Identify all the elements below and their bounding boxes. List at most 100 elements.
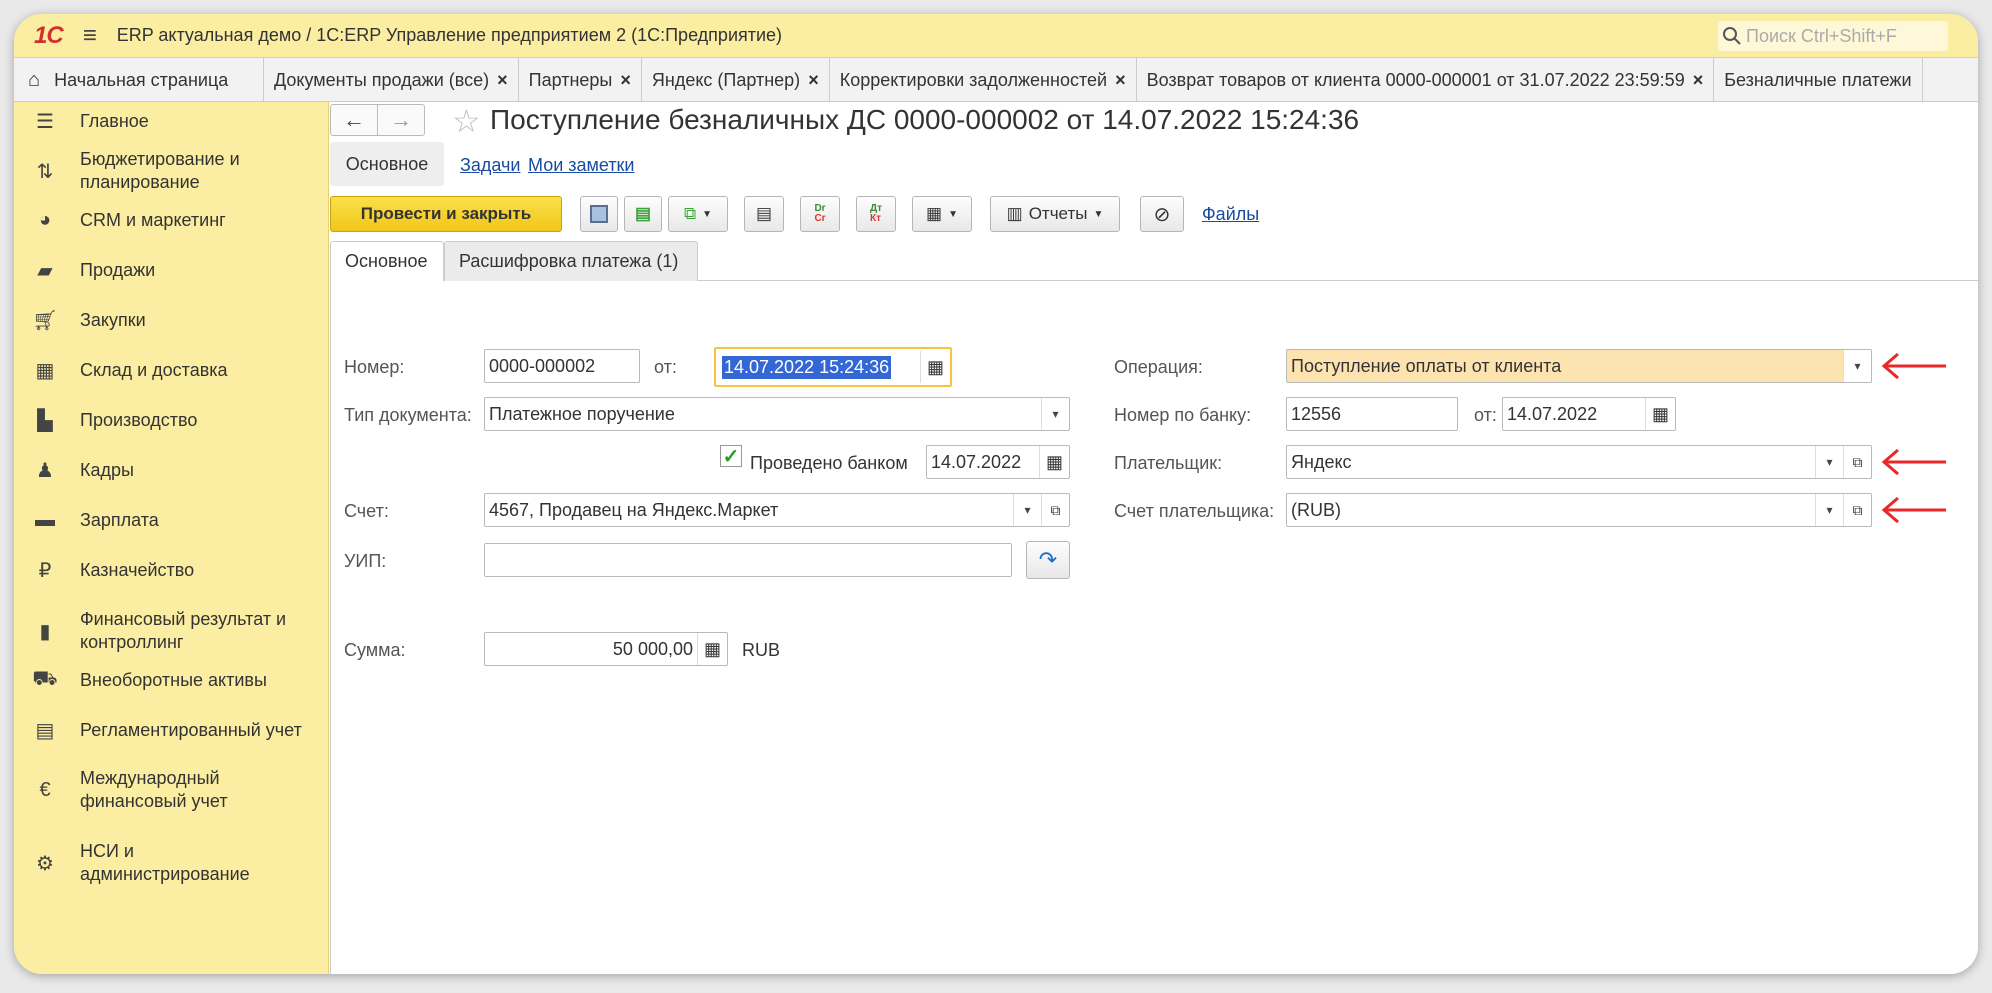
person-icon: ♟ xyxy=(36,459,54,482)
reports-button[interactable]: ▥ Отчеты ▼ xyxy=(990,196,1120,232)
chevron-down-icon[interactable]: ▾ xyxy=(1843,350,1871,382)
post-and-close-button[interactable]: Провести и закрыть xyxy=(330,196,562,232)
open-icon[interactable]: ⧉ xyxy=(1843,494,1871,526)
hamburger-menu-icon[interactable]: ≡ xyxy=(83,22,97,50)
close-icon[interactable]: × xyxy=(497,70,508,91)
sidebar-item-crm[interactable]: ◕ CRM и маркетинг xyxy=(14,207,329,233)
tab-return-goods[interactable]: Возврат товаров от клиента 0000-000001 о… xyxy=(1137,58,1715,101)
posted-by-bank-date-field[interactable]: 14.07.2022 ▦ xyxy=(926,445,1070,479)
chevron-down-icon[interactable]: ▾ xyxy=(1815,494,1843,526)
chevron-down-icon: ▼ xyxy=(1093,208,1104,220)
form-left-border xyxy=(330,280,331,974)
sidebar-item-fixed-assets[interactable]: ⛟ Внеоборотные активы xyxy=(14,667,329,693)
doc-type-select[interactable]: Платежное поручение ▾ xyxy=(484,397,1070,431)
sidebar-item-international-accounting[interactable]: € Международный финансовый учет xyxy=(14,767,329,813)
payer-account-select[interactable]: (RUB) ▾ ⧉ xyxy=(1286,493,1872,527)
uip-field[interactable] xyxy=(484,543,1012,577)
search-icon xyxy=(1723,27,1741,45)
tab-sales-docs[interactable]: Документы продажи (все) × xyxy=(264,58,519,101)
tab-debt-adjustments[interactable]: Корректировки задолженностей × xyxy=(830,58,1137,101)
sidebar-item-hr[interactable]: ♟ Кадры xyxy=(14,457,329,483)
euro-icon: € xyxy=(39,778,51,801)
tab-main-nav[interactable]: Основное xyxy=(330,142,444,186)
sidebar-item-budgeting[interactable]: ⇅ Бюджетирование и планирование xyxy=(14,148,329,194)
number-label: Номер: xyxy=(344,357,405,377)
chevron-down-icon[interactable]: ▾ xyxy=(1815,446,1843,478)
sidebar-item-warehouse[interactable]: ▦ Склад и доставка xyxy=(14,357,329,383)
tab-payment-decoding[interactable]: Расшифровка платежа (1) xyxy=(444,241,698,281)
post-button[interactable]: ▤ xyxy=(624,196,662,232)
sidebar-item-admin[interactable]: ⚙ НСИ и администрирование xyxy=(14,840,329,886)
post-document-icon: ▤ xyxy=(634,204,652,223)
tab-yandex-partner[interactable]: Яндекс (Партнер) × xyxy=(642,58,830,101)
bank-number-value: 12556 xyxy=(1291,403,1342,424)
close-icon[interactable]: × xyxy=(1115,70,1126,91)
dt-kt-button[interactable]: Дт Кт xyxy=(856,196,896,232)
account-select[interactable]: 4567, Продавец на Яндекс.Маркет ▾ ⧉ xyxy=(484,493,1070,527)
number-field[interactable]: 0000-000002 xyxy=(484,349,640,383)
open-icon[interactable]: ⧉ xyxy=(1843,446,1871,478)
bank-date-field[interactable]: 14.07.2022 ▦ xyxy=(1502,397,1676,431)
tab-cashless-payments[interactable]: Безналичные платежи xyxy=(1714,58,1923,101)
sidebar-item-label: Бюджетирование и планирование xyxy=(80,149,240,192)
open-icon[interactable]: ⧉ xyxy=(1041,494,1069,526)
calculator-icon[interactable]: ▦ xyxy=(697,633,727,665)
sidebar-item-regulated-accounting[interactable]: ▤ Регламентированный учет xyxy=(14,717,329,743)
page-title: Поступление безналичных ДС 0000-000002 о… xyxy=(490,104,1360,135)
back-button[interactable]: ← xyxy=(330,104,378,136)
operation-label: Операция: xyxy=(1114,357,1203,377)
payer-value: Яндекс xyxy=(1291,451,1352,472)
operation-select[interactable]: Поступление оплаты от клиента ▾ xyxy=(1286,349,1872,383)
close-icon[interactable]: × xyxy=(1693,70,1704,91)
list-button[interactable]: ▤ xyxy=(744,196,784,232)
sidebar-item-financial-result[interactable]: ▮ Финансовый результат и контроллинг xyxy=(14,608,329,654)
sidebar-item-sales[interactable]: ▰ Продажи xyxy=(14,257,329,283)
files-link[interactable]: Файлы xyxy=(1202,204,1259,225)
date-field[interactable]: 14.07.2022 15:24:36 ▦ xyxy=(714,347,952,387)
print-button[interactable]: ▦ ▼ xyxy=(912,196,972,232)
cart-icon: 🛒︎ xyxy=(32,309,58,332)
sidebar-item-salary[interactable]: ▬ Зарплата xyxy=(14,507,329,533)
annotation-arrow-icon xyxy=(1881,496,1946,524)
sidebar-item-label: Зарплата xyxy=(80,509,159,530)
search-placeholder: Поиск Ctrl+Shift+F xyxy=(1746,25,1897,46)
sidebar-item-production[interactable]: ▙ Производство xyxy=(14,407,329,433)
payer-select[interactable]: Яндекс ▾ ⧉ xyxy=(1286,445,1872,479)
factory-icon: ▙ xyxy=(37,409,53,432)
create-based-on-button[interactable]: ⧉ ▼ xyxy=(668,196,728,232)
posted-by-bank-checkbox[interactable]: ✓ xyxy=(720,445,742,468)
tab-tasks[interactable]: Задачи xyxy=(460,155,520,176)
save-button[interactable] xyxy=(580,196,618,232)
calendar-icon[interactable]: ▦ xyxy=(1039,446,1069,478)
search-input[interactable]: Поиск Ctrl+Shift+F xyxy=(1718,21,1948,51)
close-icon[interactable]: × xyxy=(620,70,631,91)
calendar-icon[interactable]: ▦ xyxy=(920,351,950,383)
posted-by-bank-date-value: 14.07.2022 xyxy=(931,451,1022,472)
uip-action-button[interactable]: ↷ xyxy=(1026,541,1070,579)
amount-field[interactable]: 50 000,00 ▦ xyxy=(484,632,728,666)
menu-icon: ☰ xyxy=(36,110,54,133)
favorite-star-icon[interactable]: ☆ xyxy=(452,102,481,140)
forward-button[interactable]: → xyxy=(377,104,425,136)
currency-label: RUB xyxy=(742,640,781,660)
tab-my-notes[interactable]: Мои заметки xyxy=(528,155,635,176)
chevron-down-icon[interactable]: ▾ xyxy=(1041,398,1069,430)
sidebar-item-label: CRM и маркетинг xyxy=(80,209,226,230)
payer-account-label: Счет плательщика: xyxy=(1114,501,1275,521)
chevron-down-icon[interactable]: ▾ xyxy=(1013,494,1041,526)
tab-partners[interactable]: Партнеры × xyxy=(519,58,642,101)
dr-cr-button[interactable]: Dr Cr xyxy=(800,196,840,232)
bank-number-field[interactable]: 12556 xyxy=(1286,397,1458,431)
arrow-right-icon: → xyxy=(390,107,412,132)
close-icon[interactable]: × xyxy=(808,70,819,91)
attach-button[interactable]: ⊘ xyxy=(1140,196,1184,232)
calendar-icon[interactable]: ▦ xyxy=(1645,398,1675,430)
sidebar-item-main[interactable]: ☰ Главное xyxy=(14,108,329,134)
sidebar-item-treasury[interactable]: ₽ Казначейство xyxy=(14,557,329,583)
sidebar-item-purchases[interactable]: 🛒︎ Закупки xyxy=(14,307,329,333)
tab-home[interactable]: ⌂ Начальная страница xyxy=(14,58,264,101)
bank-date-value: 14.07.2022 xyxy=(1507,403,1598,424)
ruble-icon: ₽ xyxy=(38,559,52,582)
sidebar-item-label: НСИ и администрирование xyxy=(80,841,250,884)
tab-main[interactable]: Основное xyxy=(330,241,444,281)
